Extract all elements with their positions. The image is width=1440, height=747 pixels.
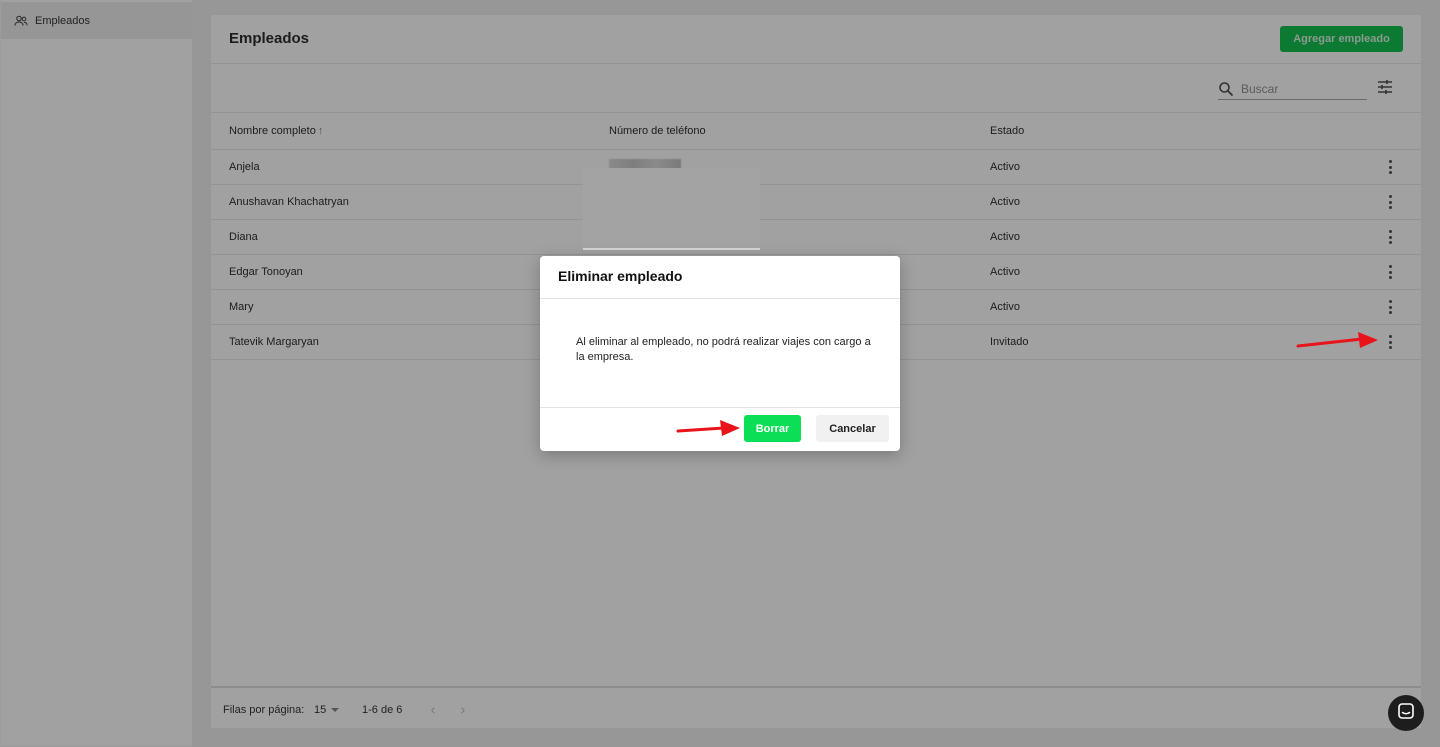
next-page-icon[interactable]: › (456, 701, 470, 717)
employee-name: Tatevik Margaryan (229, 336, 319, 348)
employee-status: Invitado (990, 336, 1029, 348)
cancel-button[interactable]: Cancelar (816, 415, 889, 442)
annotation-arrow-icon (1296, 332, 1378, 348)
more-vert-icon[interactable] (1384, 299, 1396, 315)
column-header-status[interactable]: Estado (990, 125, 1024, 137)
more-vert-icon[interactable] (1384, 264, 1396, 280)
table-row[interactable]: Anushavan Khachatryan Activo (211, 185, 1421, 220)
table-row[interactable]: Diana Activo (211, 220, 1421, 255)
employee-status: Activo (990, 196, 1020, 208)
employee-status: Activo (990, 301, 1020, 313)
table-row[interactable]: Anjela Activo (211, 150, 1421, 185)
users-icon (14, 14, 28, 28)
more-vert-icon[interactable] (1384, 229, 1396, 245)
dialog-divider (540, 407, 900, 408)
add-employee-button[interactable]: Agregar empleado (1280, 26, 1403, 52)
phone-masking-panel (583, 168, 760, 250)
table-header: Nombre completo ↑ Número de teléfono Esta… (211, 113, 1421, 150)
table-pagination: Filas por página: 15 1-6 de 6 ‹ › (211, 686, 1421, 728)
employee-status: Activo (990, 266, 1020, 278)
employee-name: Anjela (229, 161, 260, 173)
filter-settings-icon[interactable] (1377, 79, 1393, 95)
chat-bubble-icon (1397, 702, 1415, 725)
sidebar-item-empleados[interactable]: Empleados (1, 2, 192, 39)
dialog-title: Eliminar empleado (558, 268, 683, 284)
rows-per-page-label: Filas por página: (223, 704, 305, 716)
prev-page-icon[interactable]: ‹ (426, 701, 440, 717)
page-title: Empleados (229, 30, 310, 47)
delete-button[interactable]: Borrar (744, 415, 801, 442)
rows-per-page-select[interactable]: 15 (314, 704, 326, 716)
employee-status: Activo (990, 161, 1020, 173)
column-header-name[interactable]: Nombre completo ↑ (229, 125, 323, 137)
sort-arrow-up-icon: ↑ (317, 125, 324, 137)
dialog-divider (540, 298, 900, 299)
pagination-range: 1-6 de 6 (362, 704, 403, 716)
dialog-message: Al eliminar al empleado, no podrá realiz… (576, 336, 871, 363)
column-header-phone[interactable]: Número de teléfono (609, 125, 706, 137)
employee-name: Diana (229, 231, 258, 243)
sidebar-item-label: Empleados (35, 14, 91, 27)
chat-launcher-button[interactable] (1388, 695, 1424, 731)
annotation-arrow-icon (676, 420, 740, 436)
employee-name: Edgar Tonoyan (229, 266, 303, 278)
employee-status: Activo (990, 231, 1020, 243)
search-icon (1218, 81, 1234, 97)
table-toolbar (211, 64, 1421, 113)
employee-name: Mary (229, 301, 254, 313)
search-input[interactable] (1241, 81, 1361, 96)
sidebar: Empleados (1, 0, 192, 745)
more-vert-icon[interactable] (1384, 159, 1396, 175)
more-vert-icon[interactable] (1384, 194, 1396, 210)
caret-down-icon[interactable] (331, 708, 339, 712)
employee-name: Anushavan Khachatryan (229, 196, 349, 208)
more-vert-icon[interactable] (1384, 334, 1396, 350)
card-header: Empleados Agregar empleado (211, 15, 1421, 64)
search-field (1218, 78, 1367, 100)
